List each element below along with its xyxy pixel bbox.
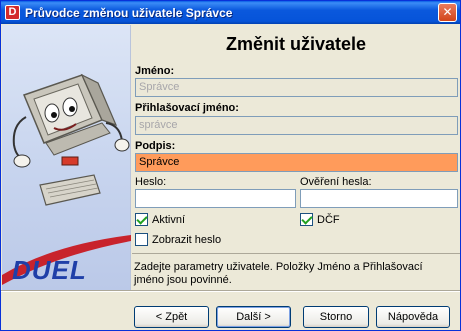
- dcf-label: DČF: [317, 213, 340, 226]
- checkbox-checked-icon: [300, 213, 313, 226]
- login-label: Přihlašovací jméno:: [135, 102, 239, 114]
- password-field[interactable]: [135, 189, 296, 208]
- checkbox-checked-icon: [135, 213, 148, 226]
- signature-field[interactable]: Správce: [135, 153, 458, 172]
- login-field[interactable]: správce: [135, 116, 458, 135]
- signature-label: Podpis:: [135, 140, 176, 152]
- help-button[interactable]: Nápověda: [376, 306, 450, 328]
- checkbox-unchecked-icon: [135, 233, 148, 246]
- close-icon: ✕: [442, 5, 453, 19]
- hint-text: Zadejte parametry uživatele. Položky Jmé…: [134, 261, 423, 286]
- illustration-panel: DUEL: [2, 25, 131, 290]
- close-button[interactable]: ✕: [438, 3, 457, 22]
- password-confirm-field[interactable]: [300, 189, 458, 208]
- title-bar[interactable]: D Průvodce změnou uživatele Správce ✕: [1, 1, 460, 24]
- active-checkbox[interactable]: Aktivní: [135, 213, 185, 226]
- show-password-label: Zobrazit heslo: [152, 233, 222, 246]
- password-confirm-label: Ověření hesla:: [300, 176, 372, 188]
- show-password-checkbox[interactable]: Zobrazit heslo: [135, 233, 221, 246]
- name-field[interactable]: Správce: [135, 78, 458, 97]
- dcf-checkbox[interactable]: DČF: [300, 213, 340, 226]
- separator: [132, 253, 460, 254]
- cancel-button[interactable]: Storno: [303, 306, 369, 328]
- window-title: Průvodce změnou uživatele Správce: [25, 5, 233, 20]
- duel-logo: DUEL: [12, 255, 87, 285]
- page-title: Změnit uživatele: [225, 34, 367, 54]
- app-icon: D: [5, 5, 20, 20]
- password-label: Heslo:: [135, 176, 167, 188]
- wizard-window: D Průvodce změnou uživatele Správce ✕ DU…: [0, 0, 461, 331]
- active-label: Aktivní: [152, 213, 186, 226]
- computer-mascot-icon: [12, 73, 130, 206]
- form-area: Změnit uživatele Jméno: Správce Přihlašo…: [132, 25, 460, 290]
- back-button[interactable]: < Zpět: [134, 306, 209, 328]
- next-button[interactable]: Další >: [216, 306, 291, 328]
- name-label: Jméno:: [135, 65, 175, 77]
- button-bar: < Zpět Další > Storno Nápověda: [1, 291, 460, 331]
